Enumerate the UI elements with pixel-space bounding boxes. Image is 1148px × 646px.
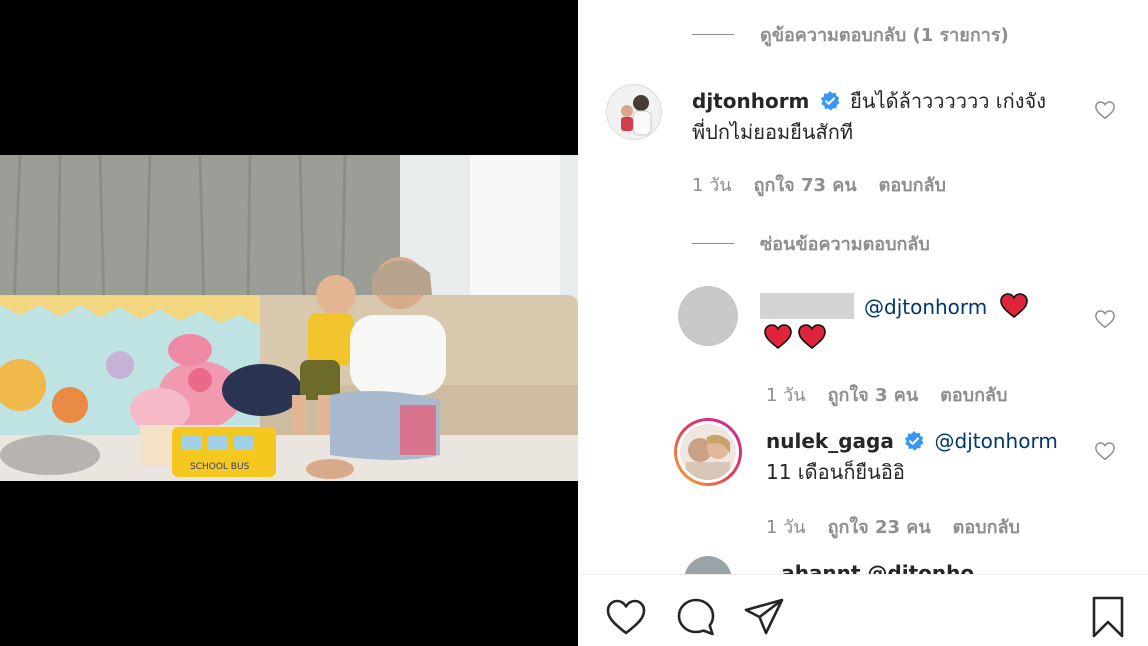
comment-likes[interactable]: ถูกใจ 73 คน [754,170,857,199]
bookmark-icon[interactable] [1086,595,1130,639]
reply-time: 1 วัน [766,385,806,406]
comment-meta: 1 วัน ถูกใจ 73 คน ตอบกลับ [692,170,946,199]
reply-text: 11 เดือนก็ยืนอิอิ [766,460,905,484]
video-frame-illustration: SCHOOL BUS [0,155,578,481]
reply-button[interactable]: ตอบกลับ [879,170,946,199]
media-pane: SCHOOL BUS [0,0,578,646]
avatar-image [607,85,661,139]
toy-bus-label: SCHOOL BUS [190,462,250,472]
avatar-story-ring[interactable] [674,418,742,486]
comment-text-line1: ยืนได้ล้าวววววว เก่งจัง [850,89,1046,113]
redacted-username [760,293,854,319]
reply-meta: 1 วัน ถูกใจ 23 คน ตอบกลับ [766,512,1020,541]
like-reply-heart-icon[interactable] [1094,308,1116,330]
share-icon[interactable] [742,595,786,639]
hide-replies-label: ซ่อนข้อความตอบกลับ [760,234,930,255]
verified-badge-icon [820,91,840,111]
reply-time: 1 วัน [766,517,806,538]
avatar[interactable] [684,556,732,574]
view-replies-toggle[interactable]: ดูข้อความตอบกลับ (1 รายการ) [692,20,1009,49]
red-heart-emoji-icon [798,324,827,350]
comment-time: 1 วัน [692,175,732,196]
reply-button[interactable]: ตอบกลับ [953,512,1020,541]
red-heart-emoji-icon [999,293,1028,319]
avatar[interactable] [606,84,662,140]
avatar-image [680,424,736,480]
comment-username[interactable]: djtonhorm [692,89,809,113]
reply-button[interactable]: ตอบกลับ [940,380,1007,409]
divider-line [692,34,734,35]
divider-line [692,243,734,244]
reply-item-partial: ..ahannt @djtonho [578,556,1148,574]
like-comment-heart-icon[interactable] [1094,99,1116,121]
reply-item: nulek_gaga @djtonhorm 11 เดือนก็ยืนอิอิ … [578,418,1148,548]
comment-icon[interactable] [674,595,718,639]
post-action-bar [578,574,1148,646]
reply-username[interactable]: nulek_gaga [766,429,894,453]
video-player[interactable]: SCHOOL BUS [0,155,578,481]
reply-likes[interactable]: ถูกใจ 23 คน [828,512,931,541]
reply-likes[interactable]: ถูกใจ 3 คน [828,380,919,409]
comments-panel[interactable]: ดูข้อความตอบกลับ (1 รายการ) djtonhorm ยื… [578,0,1148,574]
reply-partial-text: ..ahannt @djtonho [766,561,975,574]
reply-mention[interactable]: @djtonhorm [935,429,1058,453]
reply-meta: 1 วัน ถูกใจ 3 คน ตอบกลับ [766,380,1007,409]
comment-item: djtonhorm ยืนได้ล้าวววววว เก่งจัง พี่ปกไ… [578,80,1148,200]
like-reply-heart-icon[interactable] [1094,440,1116,462]
comment-text-line2: พี่ปกไม่ยอมยืนสักที [692,120,854,144]
reply-mention[interactable]: @djtonhorm [864,295,987,319]
reply-item: @djtonhorm 1 วัน ถูกใจ 3 คน ตอบกลับ [578,286,1148,406]
verified-badge-icon [905,431,924,451]
heart-icon[interactable] [604,595,648,639]
view-replies-label: ดูข้อความตอบกลับ (1 รายการ) [760,25,1009,46]
hide-replies-toggle[interactable]: ซ่อนข้อความตอบกลับ [692,229,930,258]
avatar[interactable] [678,286,738,346]
red-heart-emoji-icon [764,324,792,350]
